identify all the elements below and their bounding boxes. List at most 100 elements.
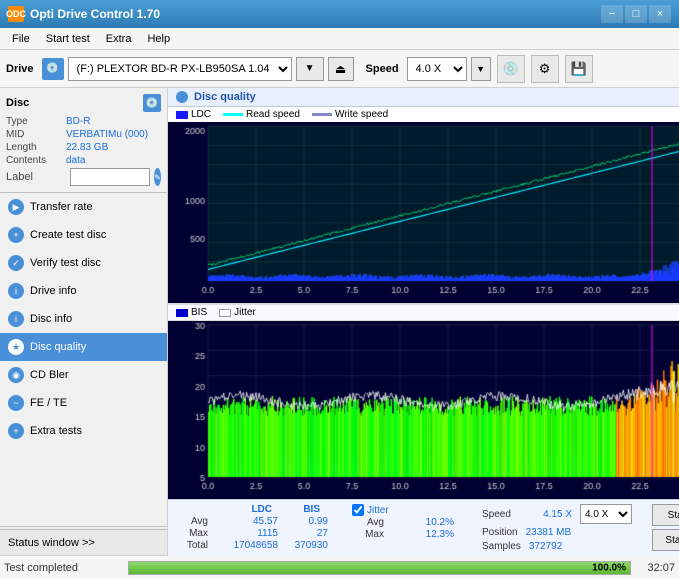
total-stats-row: Total 17048658 370930 <box>176 540 328 551</box>
disc-label-icon-btn[interactable]: ✎ <box>154 168 161 186</box>
speed-dropdown-button[interactable]: ▼ <box>471 57 491 81</box>
legend-ldc-label: LDC <box>191 109 211 120</box>
total-label: Total <box>176 540 208 551</box>
maximize-button[interactable]: □ <box>625 5 647 23</box>
create-test-disc-icon: + <box>8 227 24 243</box>
progress-bar: 100.0% <box>128 561 631 575</box>
disc-contents-label: Contents <box>6 155 66 166</box>
upper-chart-canvas <box>168 122 679 303</box>
progress-text: 100.0% <box>592 562 626 573</box>
close-button[interactable]: × <box>649 5 671 23</box>
disc-panel-icon: 💿 <box>143 94 161 112</box>
disc-panel: Disc 💿 Type BD-R MID VERBATIMu (000) Len… <box>0 88 167 193</box>
content-area: Disc quality LDC Read speed Write speed <box>168 88 679 555</box>
cd-bler-label: CD Bler <box>30 369 69 381</box>
chart-upper-legend: LDC Read speed Write speed <box>168 107 679 122</box>
disc-type-label: Type <box>6 116 66 127</box>
drive-dropdown-button[interactable]: ▼ <box>296 57 324 81</box>
legend-jitter-color <box>219 309 231 317</box>
jitter-max-label: Max <box>352 529 384 540</box>
chart-lower-legend: BIS Jitter <box>168 304 679 321</box>
main-area: Disc 💿 Type BD-R MID VERBATIMu (000) Len… <box>0 88 679 555</box>
jitter-avg-row: Avg 10.2% <box>352 517 454 528</box>
sidebar-nav: ▶ Transfer rate + Create test disc ✓ Ver… <box>0 193 167 524</box>
action-buttons: Start full Start part <box>652 504 679 551</box>
sidebar-item-disc-quality[interactable]: ★ Disc quality <box>0 333 167 361</box>
menu-help[interactable]: Help <box>139 31 178 47</box>
speed-info-row: Speed 4.15 X 4.0 X <box>482 504 632 524</box>
start-part-button[interactable]: Start part <box>652 529 679 551</box>
sidebar-item-drive-info[interactable]: i Drive info <box>0 277 167 305</box>
disc-mid-value: VERBATIMu (000) <box>66 129 148 140</box>
eject-icon-btn[interactable]: ⏏ <box>328 57 354 81</box>
disc-quality-dot <box>176 91 188 103</box>
samples-row: Samples 372792 <box>482 541 632 552</box>
sidebar-item-fe-te[interactable]: ~ FE / TE <box>0 389 167 417</box>
drive-select[interactable]: (F:) PLEXTOR BD-R PX-LB950SA 1.04 <box>68 57 292 81</box>
sidebar-item-disc-info[interactable]: i Disc info <box>0 305 167 333</box>
max-label: Max <box>176 528 208 539</box>
avg-stats-row: Avg 45.57 0.99 <box>176 516 328 527</box>
avg-label: Avg <box>176 516 208 527</box>
jitter-max-row: Max 12.3% <box>352 529 454 540</box>
speed-select[interactable]: 4.0 X <box>407 57 467 81</box>
transfer-rate-label: Transfer rate <box>30 201 93 213</box>
title-bar: ODC Opti Drive Control 1.70 − □ × <box>0 0 679 28</box>
disc-icon-btn[interactable]: 💿 <box>497 55 525 83</box>
legend-bis: BIS <box>176 307 207 318</box>
extra-tests-label: Extra tests <box>30 425 82 437</box>
drive-icon: 💿 <box>42 58 64 80</box>
minimize-button[interactable]: − <box>601 5 623 23</box>
disc-panel-title: Disc <box>6 97 29 109</box>
legend-jitter: Jitter <box>219 307 256 318</box>
menu-start-test[interactable]: Start test <box>38 31 98 47</box>
status-text: Test completed <box>4 562 124 574</box>
disc-type-row: Type BD-R <box>6 116 161 127</box>
disc-label-label: Label <box>6 171 66 183</box>
save-icon-btn[interactable]: 💾 <box>565 55 593 83</box>
bis-max-val: 27 <box>284 528 328 539</box>
legend-jitter-label: Jitter <box>234 307 256 318</box>
verify-test-disc-label: Verify test disc <box>30 257 101 269</box>
max-stats-row: Max 1115 27 <box>176 528 328 539</box>
ldc-total-val: 17048658 <box>214 540 278 551</box>
sidebar-item-verify-test-disc[interactable]: ✓ Verify test disc <box>0 249 167 277</box>
app-icon: ODC <box>8 6 24 22</box>
disc-mid-row: MID VERBATIMu (000) <box>6 129 161 140</box>
speed-label: Speed <box>366 63 399 75</box>
status-window-button[interactable]: Status window >> <box>0 529 167 555</box>
sidebar-item-extra-tests[interactable]: + Extra tests <box>0 417 167 445</box>
ldc-max-val: 1115 <box>214 528 278 539</box>
start-full-button[interactable]: Start full <box>652 504 679 526</box>
jitter-checkbox-row[interactable]: Jitter <box>352 504 454 516</box>
disc-quality-label: Disc quality <box>30 341 86 353</box>
stats-bar: LDC BIS Avg 45.57 0.99 Max 1115 27 Total… <box>168 499 679 556</box>
disc-label-input[interactable] <box>70 168 150 186</box>
sidebar-item-cd-bler[interactable]: ◉ CD Bler <box>0 361 167 389</box>
disc-length-label: Length <box>6 142 66 153</box>
jitter-label: Jitter <box>367 505 389 516</box>
settings-icon-btn[interactable]: ⚙ <box>531 55 559 83</box>
sidebar-item-transfer-rate[interactable]: ▶ Transfer rate <box>0 193 167 221</box>
lower-chart-canvas <box>168 321 679 499</box>
jitter-checkbox[interactable] <box>352 504 364 516</box>
status-separator <box>0 526 167 527</box>
jitter-stats: Jitter Avg 10.2% Max 12.3% <box>352 504 454 540</box>
fe-te-label: FE / TE <box>30 397 67 409</box>
status-window-label: Status window >> <box>8 537 95 549</box>
status-bar: Test completed 100.0% 32:07 <box>0 555 679 579</box>
speed-select-sm[interactable]: 4.0 X <box>580 504 632 524</box>
disc-type-value: BD-R <box>66 116 90 127</box>
jitter-max-val: 12.3% <box>390 529 454 540</box>
menu-extra[interactable]: Extra <box>98 31 140 47</box>
create-test-disc-label: Create test disc <box>30 229 106 241</box>
menu-file[interactable]: File <box>4 31 38 47</box>
ldc-avg-val: 45.57 <box>214 516 278 527</box>
disc-quality-icon: ★ <box>8 339 24 355</box>
ldc-col-header: LDC <box>212 504 272 515</box>
chart-container: BIS Jitter <box>168 122 679 499</box>
legend-bis-color <box>176 309 188 317</box>
ldc-bis-stats: LDC BIS Avg 45.57 0.99 Max 1115 27 Total… <box>176 504 328 551</box>
jitter-avg-val: 10.2% <box>390 517 454 528</box>
sidebar-item-create-test-disc[interactable]: + Create test disc <box>0 221 167 249</box>
